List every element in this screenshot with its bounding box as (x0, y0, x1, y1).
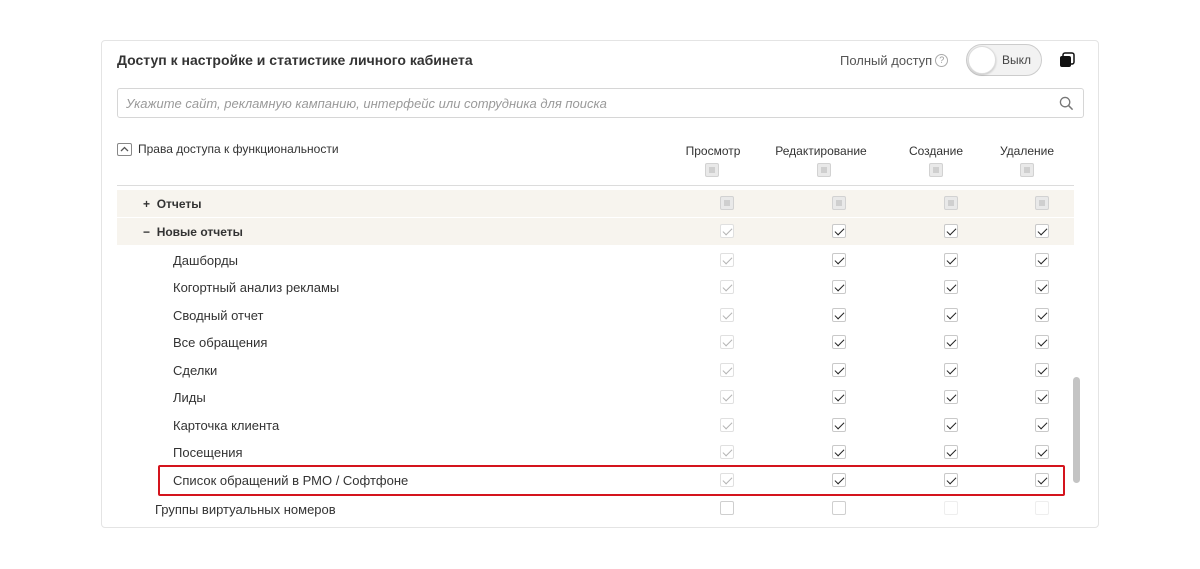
edit-checkbox[interactable] (832, 224, 846, 238)
create-checkbox[interactable] (944, 445, 958, 459)
edit-checkbox[interactable] (832, 196, 846, 210)
delete-checkbox[interactable] (1035, 363, 1049, 377)
select-all-delete-checkbox[interactable] (1020, 163, 1034, 177)
view-checkbox[interactable] (720, 418, 734, 432)
view-checkbox[interactable] (720, 280, 734, 294)
create-checkbox[interactable] (944, 501, 958, 515)
row-label-text: Новые отчеты (156, 225, 243, 239)
full-access-toggle[interactable]: Выкл (966, 44, 1042, 76)
section-header: Права доступа к функциональности (117, 142, 339, 156)
create-checkbox[interactable] (944, 308, 958, 322)
view-checkbox[interactable] (720, 390, 734, 404)
table-row[interactable]: Карточка клиента (117, 412, 1074, 439)
delete-checkbox[interactable] (1035, 418, 1049, 432)
select-all-create-checkbox[interactable] (929, 163, 943, 177)
table-row[interactable]: Сводный отчет (117, 302, 1074, 329)
view-checkbox[interactable] (720, 253, 734, 267)
copy-icon[interactable] (1059, 52, 1075, 68)
create-checkbox[interactable] (944, 363, 958, 377)
highlight-box (158, 465, 1065, 496)
table-row[interactable]: Сделки (117, 357, 1074, 384)
table-row[interactable]: Группы виртуальных номеров (117, 496, 1074, 523)
edit-checkbox[interactable] (832, 308, 846, 322)
toggle-knob (968, 46, 996, 74)
row-label-text: Отчеты (156, 197, 202, 211)
table-row-reports[interactable]: + Отчеты (117, 190, 1074, 217)
row-label: − Новые отчеты (143, 225, 243, 239)
collapse-icon[interactable]: − (143, 225, 150, 239)
row-label: Когортный анализ рекламы (173, 280, 340, 295)
create-checkbox[interactable] (944, 418, 958, 432)
edit-checkbox[interactable] (832, 445, 846, 459)
full-access-label: Полный доступ (840, 53, 933, 68)
toggle-label: Выкл (1002, 53, 1032, 67)
delete-checkbox[interactable] (1035, 280, 1049, 294)
view-checkbox[interactable] (720, 308, 734, 322)
edit-checkbox[interactable] (832, 280, 846, 294)
row-label: Группы виртуальных номеров (155, 502, 336, 517)
create-checkbox[interactable] (944, 224, 958, 238)
view-checkbox[interactable] (720, 196, 734, 210)
row-label: Лиды (173, 390, 206, 405)
row-label: Дашборды (173, 253, 238, 268)
view-checkbox[interactable] (720, 363, 734, 377)
delete-checkbox[interactable] (1035, 445, 1049, 459)
create-checkbox[interactable] (944, 196, 958, 210)
delete-checkbox[interactable] (1035, 390, 1049, 404)
edit-checkbox[interactable] (832, 335, 846, 349)
search-field[interactable] (117, 88, 1084, 118)
row-label: Все обращения (173, 335, 268, 350)
edit-checkbox[interactable] (832, 418, 846, 432)
edit-checkbox[interactable] (832, 253, 846, 267)
column-header-edit: Редактирование (775, 144, 867, 158)
delete-checkbox[interactable] (1035, 335, 1049, 349)
select-all-view-checkbox[interactable] (705, 163, 719, 177)
delete-checkbox[interactable] (1035, 253, 1049, 267)
column-header-create: Создание (908, 144, 964, 158)
create-checkbox[interactable] (944, 335, 958, 349)
table-row[interactable]: Лиды (117, 384, 1074, 411)
help-icon[interactable]: ? (935, 54, 949, 67)
table-row[interactable]: Посещения (117, 439, 1074, 466)
table-row-new-reports[interactable]: − Новые отчеты (117, 218, 1074, 245)
panel-title: Доступ к настройке и статистике личного … (117, 52, 473, 68)
search-icon[interactable] (1059, 96, 1074, 111)
view-checkbox[interactable] (720, 335, 734, 349)
table-row[interactable]: Все обращения (117, 329, 1074, 356)
table-row[interactable]: Когортный анализ рекламы (117, 274, 1074, 301)
row-label: Карточка клиента (173, 418, 280, 433)
view-checkbox[interactable] (720, 445, 734, 459)
row-label: Сводный отчет (173, 308, 264, 323)
row-label: Сделки (173, 363, 218, 378)
access-settings-panel: Доступ к настройке и статистике личного … (101, 40, 1099, 528)
create-checkbox[interactable] (944, 280, 958, 294)
select-all-edit-checkbox[interactable] (817, 163, 831, 177)
create-checkbox[interactable] (944, 390, 958, 404)
delete-checkbox[interactable] (1035, 224, 1049, 238)
scrollbar-thumb[interactable] (1073, 377, 1080, 483)
delete-checkbox[interactable] (1035, 501, 1049, 515)
create-checkbox[interactable] (944, 253, 958, 267)
row-label: + Отчеты (143, 197, 202, 211)
delete-checkbox[interactable] (1035, 308, 1049, 322)
table-row[interactable]: Дашборды (117, 247, 1074, 274)
chevron-up-icon[interactable] (117, 142, 132, 156)
view-checkbox[interactable] (720, 224, 734, 238)
search-input[interactable] (118, 89, 1083, 117)
view-checkbox[interactable] (720, 501, 734, 515)
header-divider (117, 185, 1074, 186)
edit-checkbox[interactable] (832, 501, 846, 515)
expand-icon[interactable]: + (143, 197, 150, 211)
edit-checkbox[interactable] (832, 390, 846, 404)
column-header-delete: Удаление (999, 144, 1055, 158)
column-header-view: Просмотр (685, 144, 741, 158)
row-label: Посещения (173, 445, 243, 460)
full-access-label-group: Полный доступ ? (840, 53, 949, 68)
delete-checkbox[interactable] (1035, 196, 1049, 210)
edit-checkbox[interactable] (832, 363, 846, 377)
section-label: Права доступа к функциональности (138, 142, 339, 156)
